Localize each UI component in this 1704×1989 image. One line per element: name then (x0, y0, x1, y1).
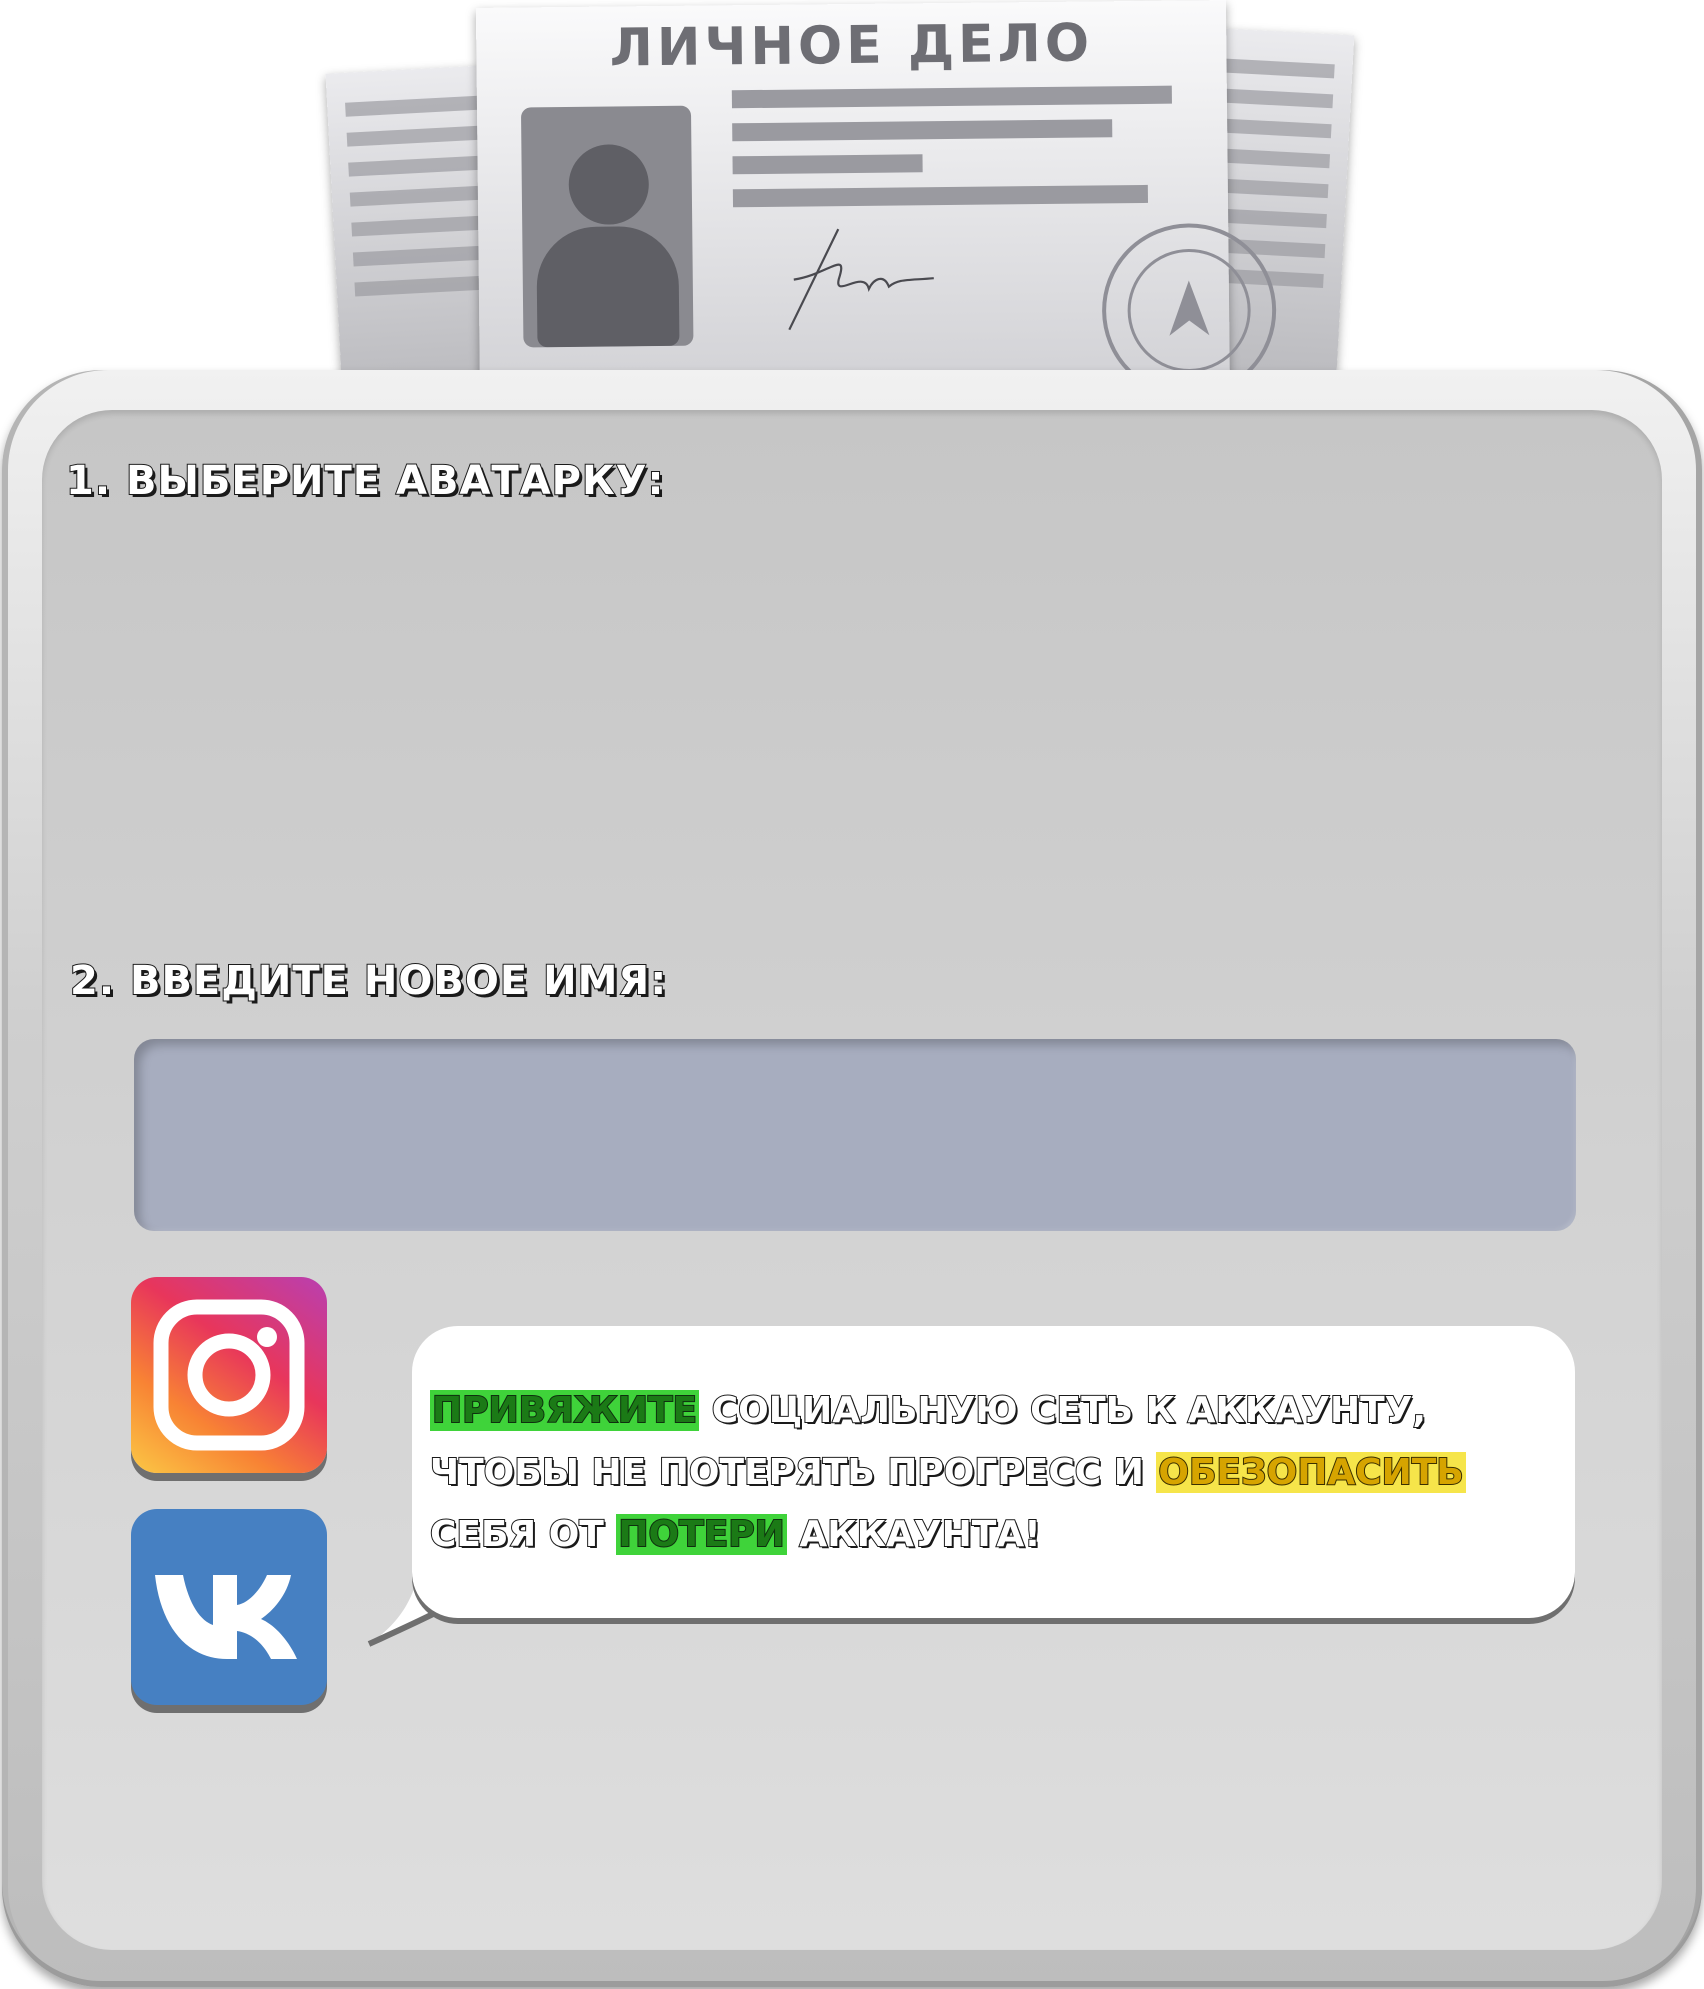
dossier-text-line (732, 154, 923, 175)
vk-icon (155, 1575, 297, 1659)
social-hint-text: ПРИВЯЖИТЕ СОЦИАЛЬНУЮ СЕТЬ К АККАУНТУ, ЧТ… (429, 1380, 1570, 1566)
profile-edit-screen: ЛИЧНОЕ ДЕЛО 1. ВЫБЕРИТЕ АВАТАРКУ: 2. ВВЕ… (0, 0, 1704, 1989)
dossier-text-line (732, 119, 1113, 142)
avatar-section-heading: 1. ВЫБЕРИТЕ АВАТАРКУ: (65, 457, 665, 505)
avatar-selection-area[interactable] (60, 520, 1560, 900)
dossier-text-line (731, 85, 1172, 109)
dossier-title: ЛИЧНОЕ ДЕЛО (609, 13, 1094, 79)
hint-text-part: СЕБЯ ОТ (429, 1513, 617, 1556)
vk-link-button[interactable] (131, 1509, 327, 1705)
signature-icon (788, 228, 934, 331)
hint-loss-highlight: ПОТЕРИ (616, 1513, 787, 1556)
hint-link-highlight: ПРИВЯЖИТЕ (430, 1389, 700, 1432)
dossier-photo-placeholder-icon (520, 105, 694, 348)
instagram-icon (153, 1299, 305, 1451)
hint-secure-highlight: ОБЕЗОПАСИТЬ (1156, 1451, 1466, 1494)
name-section-heading: 2. ВВЕДИТЕ НОВОЕ ИМЯ: (69, 957, 668, 1005)
instagram-link-button[interactable] (131, 1277, 327, 1473)
dossier-text-line (732, 184, 1149, 208)
dossier-paper: ЛИЧНОЕ ДЕЛО (475, 0, 1277, 408)
hint-text-part: АККАУНТА! (786, 1513, 1041, 1556)
name-input[interactable] (134, 1039, 1576, 1231)
